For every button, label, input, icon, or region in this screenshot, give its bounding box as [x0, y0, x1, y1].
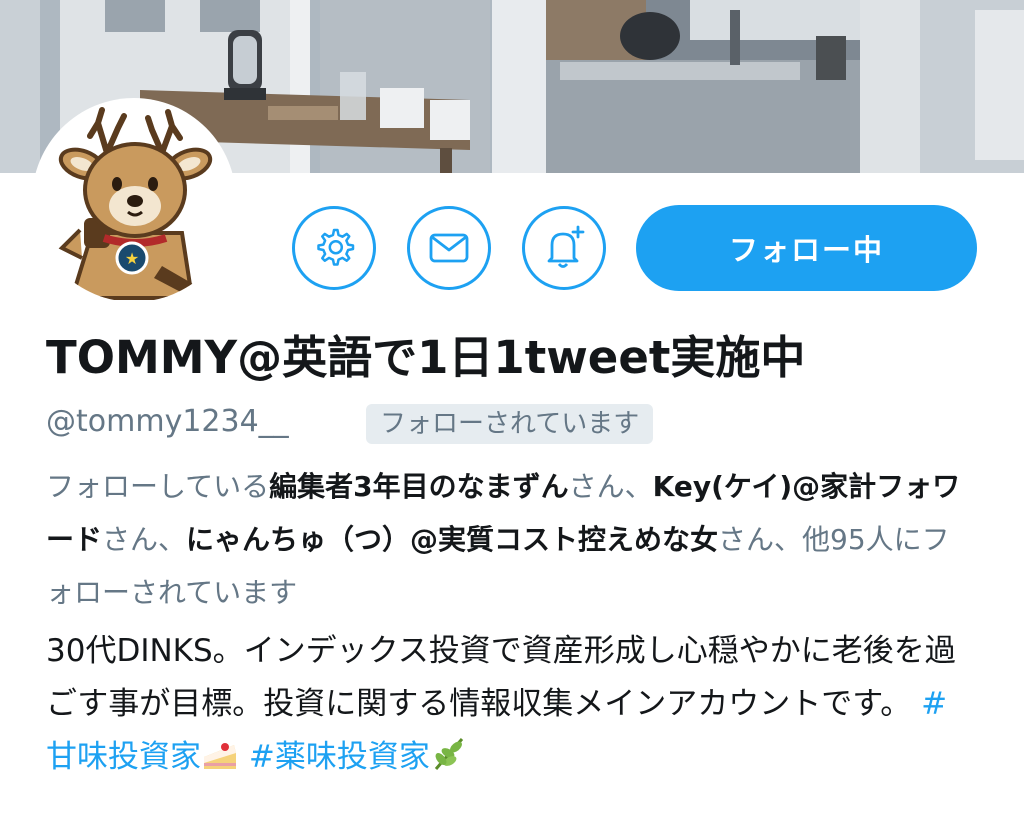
profile-bio: 30代DINKS。インデックス投資で資産形成し心穏やかに老後を過ごす事が目標。投… [46, 625, 976, 790]
gear-icon [317, 228, 355, 266]
bell-plus-icon [547, 225, 585, 268]
follower-name-link[interactable]: 編集者3年目のなまずん [269, 470, 568, 503]
user-handle: @tommy1234__ [46, 404, 289, 439]
notifications-button[interactable] [522, 206, 606, 290]
herb-icon [430, 735, 468, 790]
followed-by-separator: さん、 [568, 470, 653, 503]
hashtag-link[interactable]: #薬味投資家 [249, 739, 430, 775]
display-name: TOMMY@英語で1日1tweet実施中 [46, 331, 806, 384]
follows-you-badge: フォローされています [366, 404, 654, 444]
envelope-icon [429, 233, 469, 263]
profile-avatar[interactable]: ★ [32, 98, 236, 302]
bio-text: 30代DINKS。インデックス投資で資産形成し心穏やかに老後を過ごす事が目標。投… [46, 633, 956, 722]
settings-button[interactable] [292, 206, 376, 290]
following-button[interactable]: フォロー中 [636, 205, 977, 291]
svg-text:★: ★ [125, 249, 139, 268]
follower-name-link[interactable]: にゃんちゅ（つ）@実質コスト控えめな女 [186, 523, 718, 556]
message-button[interactable] [407, 206, 491, 290]
followed-by-text: フォローしている編集者3年目のなまずんさん、Key(ケイ)@家計フォワードさん、… [46, 460, 976, 619]
cake-icon [201, 737, 239, 790]
followed-by-prefix: フォローしている [46, 470, 270, 503]
deer-mascot-icon: ★ [58, 107, 213, 300]
followed-by-separator: さん、 [102, 523, 187, 556]
